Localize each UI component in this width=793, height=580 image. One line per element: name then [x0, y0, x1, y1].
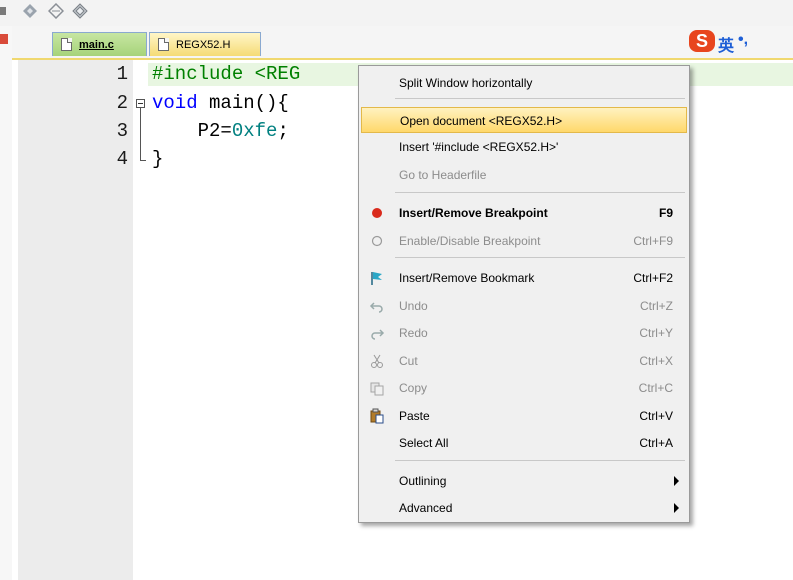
code-text: P2= — [152, 120, 232, 142]
tab-regx52-h[interactable]: REGX52.H — [149, 32, 261, 56]
menu-item-outlining[interactable]: Outlining — [361, 468, 687, 494]
menu-item-cut[interactable]: Cut Ctrl+X — [361, 348, 687, 374]
diamond-icon[interactable] — [22, 3, 38, 19]
preprocessor-text: #include <REG — [152, 63, 301, 85]
line-number: 3 — [116, 120, 128, 142]
multi-diamond-icon[interactable] — [72, 3, 88, 19]
fold-guide-end — [140, 160, 146, 161]
scissors-icon — [371, 354, 383, 368]
menu-separator — [395, 98, 685, 99]
menu-item-insert-remove-bookmark[interactable]: Insert/Remove Bookmark Ctrl+F2 — [361, 265, 687, 291]
ime-punctuation-toggle[interactable]: •, — [738, 31, 748, 49]
menu-item-split-window[interactable]: Split Window horizontally — [361, 70, 687, 96]
menu-item-open-document[interactable]: Open document <REGX52.H> — [361, 107, 687, 133]
tab-bar: main.c REGX52.H — [12, 26, 793, 60]
diamond-outline-icon[interactable] — [48, 3, 64, 19]
copy-icon — [370, 382, 384, 396]
context-menu: Split Window horizontally Open document … — [358, 65, 690, 523]
keyword-text: void — [152, 92, 198, 114]
breakpoint-outline-icon — [371, 235, 383, 247]
tab-label: main.c — [79, 39, 114, 51]
menu-item-insert-remove-breakpoint[interactable]: Insert/Remove Breakpoint F9 — [361, 200, 687, 226]
line-number: 2 — [116, 92, 128, 114]
undo-icon — [369, 302, 383, 313]
code-line-4[interactable]: } — [152, 148, 163, 170]
tab-main-c[interactable]: main.c — [52, 32, 147, 56]
code-text: } — [152, 148, 164, 170]
submenu-arrow-icon — [674, 476, 679, 486]
ime-language-toggle[interactable]: 英 — [718, 32, 734, 56]
document-icon — [158, 38, 169, 51]
menu-separator — [395, 460, 685, 461]
ime-logo-icon[interactable]: S — [689, 30, 715, 52]
menu-item-redo[interactable]: Redo Ctrl+Y — [361, 320, 687, 346]
breakpoint-icon — [372, 208, 382, 218]
code-text: ; — [277, 120, 289, 142]
menu-item-insert-include[interactable]: Insert '#include <REGX52.H>' — [361, 134, 687, 160]
bookmark-flag-icon — [371, 272, 382, 285]
menu-item-paste[interactable]: Paste Ctrl+V — [361, 403, 687, 429]
fold-guide — [140, 108, 141, 160]
menu-separator — [395, 192, 685, 193]
toolbar-button-icon[interactable] — [0, 3, 10, 19]
submenu-arrow-icon — [674, 503, 679, 513]
document-icon — [61, 38, 72, 51]
menu-item-undo[interactable]: Undo Ctrl+Z — [361, 293, 687, 319]
menu-item-advanced[interactable]: Advanced — [361, 495, 687, 521]
code-line-1[interactable]: #include <REG — [152, 63, 300, 85]
menu-item-copy[interactable]: Copy Ctrl+C — [361, 375, 687, 401]
number-literal: 0xfe — [231, 120, 278, 142]
tab-label: REGX52.H — [176, 39, 231, 51]
code-text: main(){ — [197, 92, 289, 114]
toolbar — [0, 0, 793, 27]
code-line-3[interactable]: P2=0xfe; — [152, 120, 289, 142]
menu-item-go-to-headerfile[interactable]: Go to Headerfile — [361, 162, 687, 188]
code-line-2[interactable]: void main(){ — [152, 92, 289, 114]
line-number: 1 — [116, 63, 128, 85]
menu-item-select-all[interactable]: Select All Ctrl+A — [361, 430, 687, 456]
menu-separator — [395, 257, 685, 258]
paste-icon — [370, 408, 384, 424]
redo-icon — [371, 329, 385, 340]
panel-marker — [0, 34, 8, 44]
line-number: 4 — [116, 148, 128, 170]
fold-toggle-icon[interactable] — [136, 99, 145, 108]
menu-item-enable-disable-breakpoint[interactable]: Enable/Disable Breakpoint Ctrl+F9 — [361, 228, 687, 254]
